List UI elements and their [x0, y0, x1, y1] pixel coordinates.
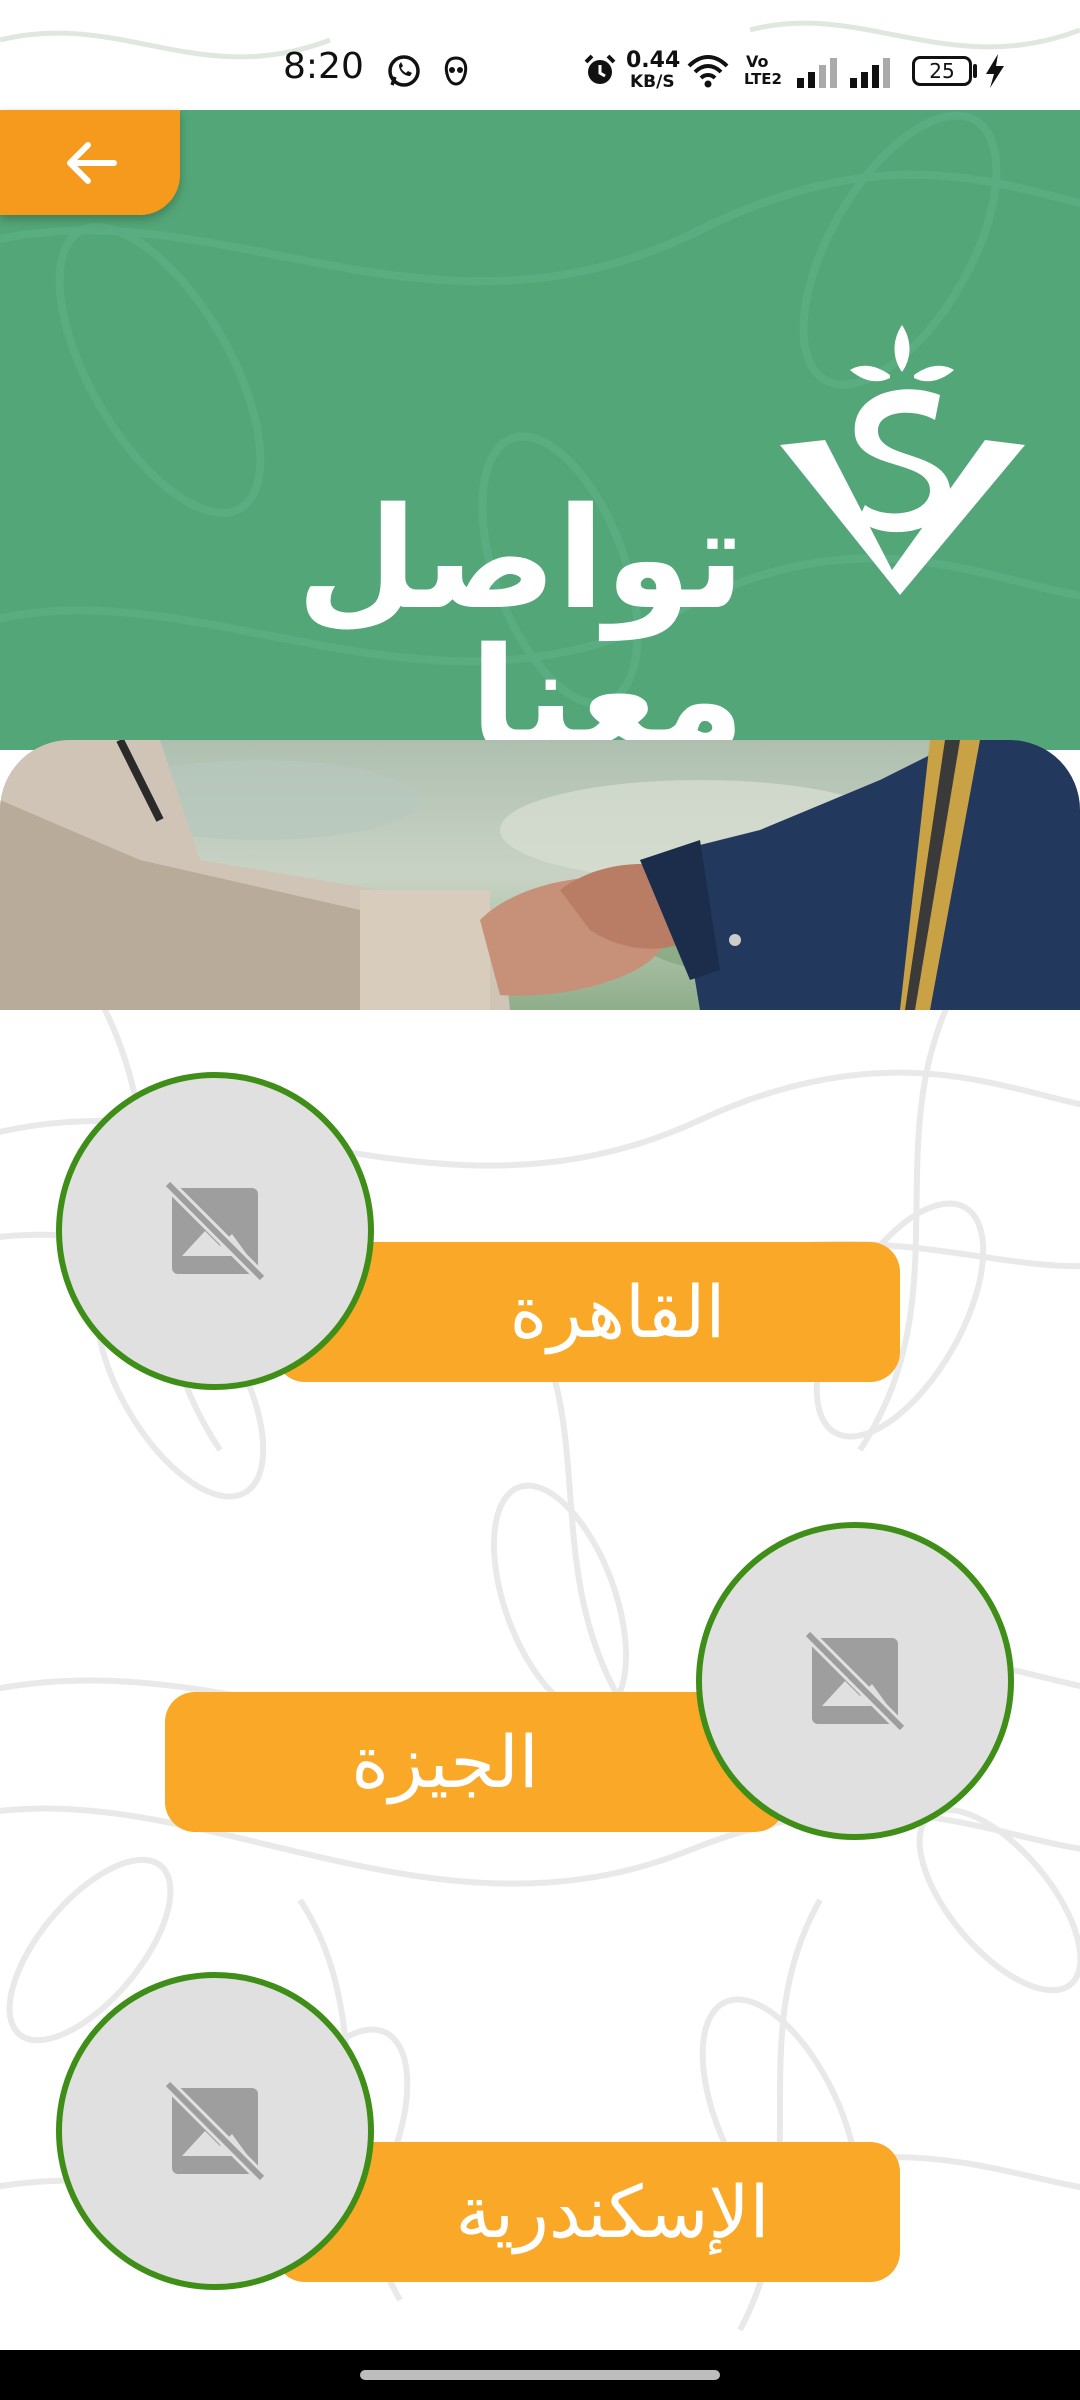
- status-time: 8:20: [283, 46, 364, 87]
- broken-image-icon: [803, 1629, 907, 1733]
- back-button[interactable]: [0, 110, 180, 215]
- city-label: الإسكندرية: [455, 2170, 770, 2254]
- mask-app-icon: [444, 56, 468, 86]
- battery-icon: 25: [912, 56, 972, 86]
- whatsapp-icon: [388, 55, 420, 87]
- alarm-icon: [584, 54, 616, 84]
- page-title: تواصل معنا: [296, 478, 745, 751]
- net-speed-value: 0.44: [626, 48, 681, 73]
- net-speed-unit: KB/S: [630, 72, 675, 92]
- battery-level: 25: [929, 59, 955, 83]
- handshake-photo: [0, 740, 1080, 1010]
- volte-top: Vo: [746, 52, 769, 71]
- charging-bolt-icon: [986, 54, 1004, 88]
- brand-logo-icon: [780, 325, 1025, 595]
- home-gesture-handle[interactable]: [360, 2370, 720, 2380]
- broken-image-icon: [163, 2079, 267, 2183]
- volte-bottom: LTE2: [744, 70, 782, 88]
- battery-tip: [973, 64, 977, 78]
- city-button-giza[interactable]: الجيزة: [165, 1692, 785, 1832]
- city-label: الجيزة: [351, 1720, 539, 1804]
- city-image-giza: [696, 1522, 1014, 1840]
- signal-strength-icon-1: [797, 58, 837, 88]
- city-image-alexandria: [56, 1972, 374, 2290]
- status-bar: 8:20 0.44 KB/S Vo LTE2 25: [0, 0, 1080, 110]
- city-image-cairo: [56, 1072, 374, 1390]
- arrow-left-icon: [67, 141, 117, 184]
- broken-image-icon: [163, 1179, 267, 1283]
- wifi-icon: [687, 55, 729, 88]
- city-label: القاهرة: [509, 1270, 726, 1354]
- signal-strength-icon-2: [850, 58, 890, 88]
